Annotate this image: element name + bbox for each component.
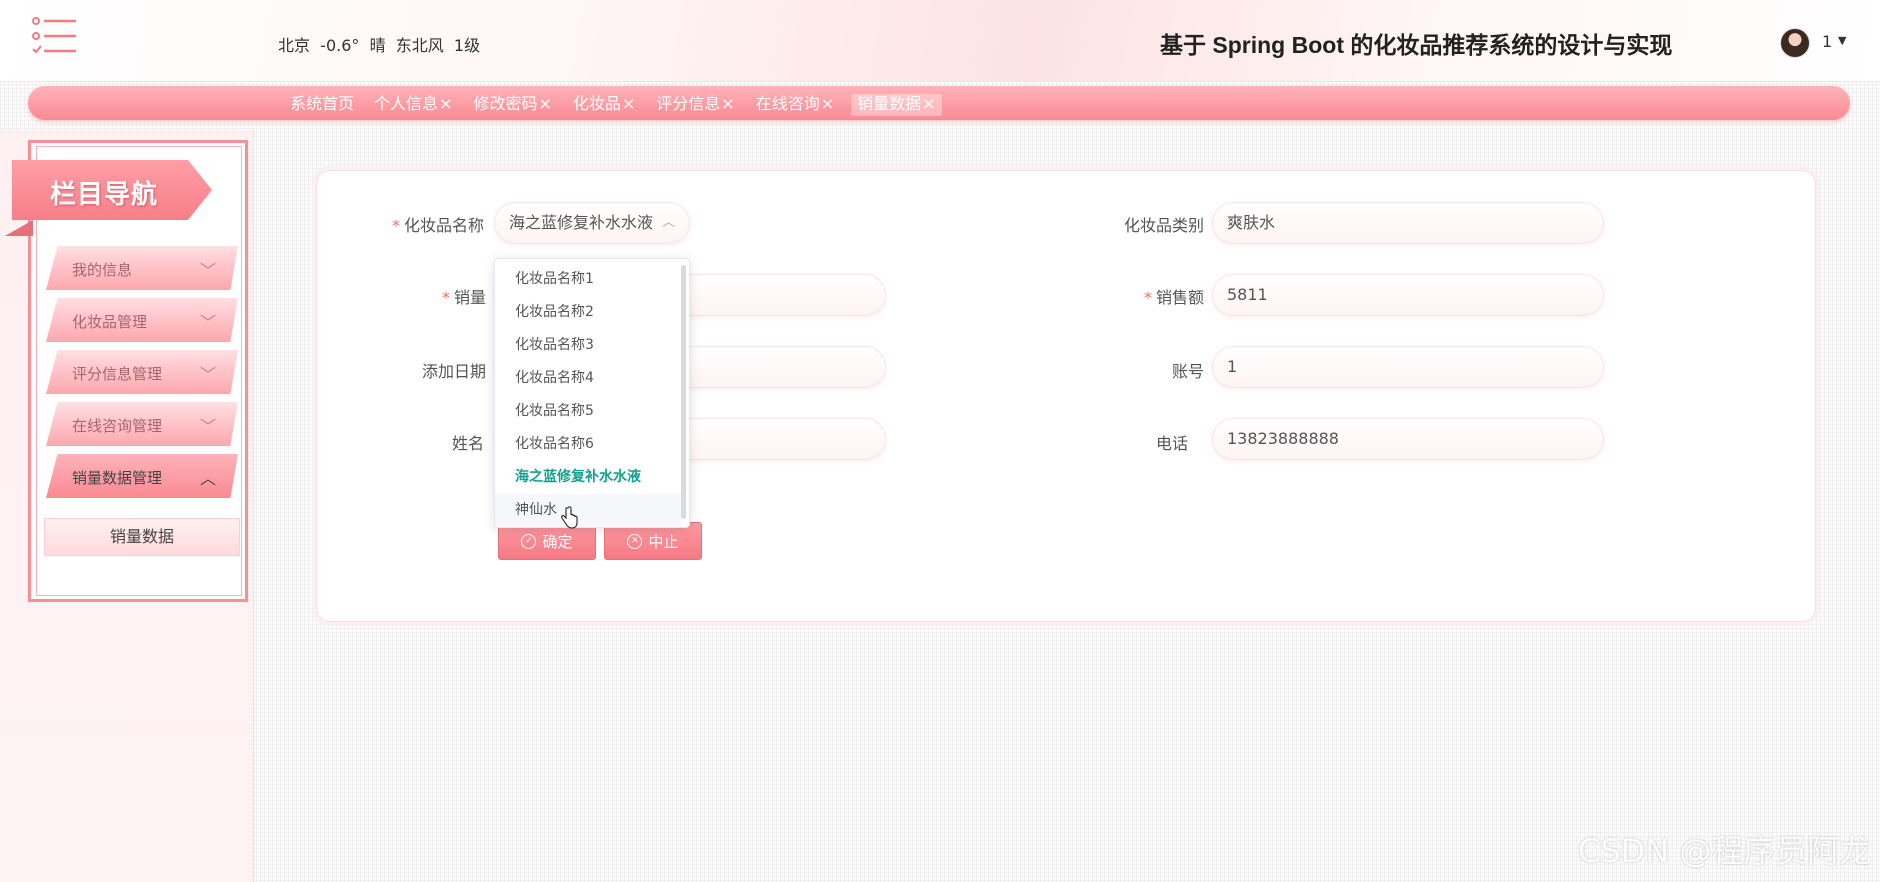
check-circle-icon: ✓ [521, 533, 537, 549]
dropdown-option[interactable]: 化妆品名称2 [495, 296, 681, 329]
tab-label: 化妆品 [572, 94, 621, 113]
sidebar-item-label: 化妆品管理 [72, 313, 148, 331]
sidebar-item-label: 销量数据管理 [72, 469, 163, 487]
page-background: 北京 -0.6° 晴 东北风 1级 基于 Spring Boot 的化妆品推荐系… [0, 0, 1880, 882]
caret-down-icon[interactable]: ▼ [1838, 34, 1846, 47]
tab-label: 评分信息 [656, 94, 721, 113]
dropdown-option[interactable]: 化妆品名称1 [495, 263, 681, 296]
tab-label: 销量数据 [857, 94, 922, 113]
tab-home[interactable]: 系统首页 [290, 94, 374, 116]
site-title: 基于 Spring Boot 的化妆品推荐系统的设计与实现 [1160, 32, 1673, 58]
tab-consult[interactable]: 在线咨询× [746, 94, 845, 116]
name-select-value: 海之蓝修复补水水液 [509, 213, 654, 232]
sidebar-item-my-info[interactable]: 我的信息 ﹀ [46, 246, 238, 290]
hand-cursor-icon [561, 506, 578, 529]
sidebar-item-cosmetics[interactable]: 化妆品管理 ﹀ [46, 298, 238, 342]
nav-heading: 栏目导航 [50, 180, 159, 210]
dropdown-option[interactable]: 化妆品名称3 [495, 329, 681, 362]
chevron-up-icon: ︿ [661, 215, 675, 230]
close-circle-icon: ✕ [627, 533, 643, 549]
category-field[interactable]: 爽肤水 [1212, 202, 1604, 244]
tab-ratings[interactable]: 评分信息× [646, 94, 745, 116]
tab-label: 修改密码 [473, 94, 538, 113]
dropdown-scrollbar[interactable] [681, 265, 686, 519]
date-label: 添加日期 [422, 362, 487, 381]
close-icon[interactable]: × [439, 94, 452, 113]
sidebar-item-consult[interactable]: 在线咨询管理 ﹀ [46, 402, 238, 446]
sidebar-item-label: 在线咨询管理 [72, 417, 163, 435]
chevron-down-icon: ﹀ [199, 365, 216, 384]
tab-cosmetics[interactable]: 化妆品× [563, 94, 646, 116]
tab-change-password[interactable]: 修改密码× [463, 94, 562, 116]
sidebar-item-sales[interactable]: 销量数据管理 ︿ [46, 454, 238, 498]
tab-label: 在线咨询 [755, 94, 820, 113]
dropdown-option-hovered[interactable]: 神仙水 [495, 494, 681, 527]
close-icon[interactable]: × [538, 94, 551, 113]
dropdown-option[interactable]: 化妆品名称4 [495, 362, 681, 395]
tab-sales-data[interactable]: 销量数据× [851, 94, 942, 116]
sidebar-subitem-sales-data[interactable]: 销量数据 [44, 518, 240, 556]
menu-toggle-icon[interactable] [32, 16, 76, 56]
tab-label: 系统首页 [290, 94, 355, 113]
amount-field[interactable]: 5811 [1212, 274, 1604, 316]
dropdown-option-selected[interactable]: 海之蓝修复补水水液 [495, 461, 681, 494]
account-field[interactable]: 1 [1212, 346, 1604, 388]
user-avatar[interactable] [1780, 28, 1810, 58]
phone-field[interactable]: 13823888888 [1212, 418, 1604, 460]
name-label: * 化妆品名称 [392, 216, 485, 235]
close-icon[interactable]: × [821, 94, 834, 113]
person-label: 姓名 [452, 434, 485, 453]
tab-personal-info[interactable]: 个人信息× [374, 94, 463, 116]
user-name[interactable]: 1 [1822, 32, 1832, 51]
name-select[interactable]: 海之蓝修复补水水液 ︿ [494, 202, 690, 244]
sidebar-item-label: 评分信息管理 [72, 365, 163, 383]
weather-info: 北京 -0.6° 晴 东北风 1级 [278, 36, 481, 55]
window-edge [1880, 0, 1899, 882]
close-icon[interactable]: × [721, 94, 734, 113]
account-label: 账号 [1172, 362, 1205, 381]
close-icon[interactable]: × [622, 94, 635, 113]
cancel-button-label: 中止 [648, 532, 679, 551]
tab-label: 个人信息 [374, 94, 439, 113]
phone-label: 电话 [1156, 434, 1189, 453]
tab-list: 系统首页 个人信息× 修改密码× 化妆品× 评分信息× 在线咨询× 销量数据× [290, 94, 942, 116]
category-label: 化妆品类别 [1124, 216, 1205, 235]
chevron-up-icon: ︿ [199, 469, 216, 488]
chevron-down-icon: ﹀ [199, 313, 216, 332]
top-header: 北京 -0.6° 晴 东北风 1级 基于 Spring Boot 的化妆品推荐系… [0, 0, 1880, 82]
dropdown-option[interactable]: 化妆品名称5 [495, 395, 681, 428]
sidebar-item-ratings[interactable]: 评分信息管理 ﹀ [46, 350, 238, 394]
name-select-dropdown: 化妆品名称1 化妆品名称2 化妆品名称3 化妆品名称4 化妆品名称5 化妆品名称… [494, 258, 690, 528]
amount-label: * 销售额 [1144, 288, 1205, 307]
chevron-down-icon: ﹀ [199, 417, 216, 436]
confirm-button-label: 确定 [542, 532, 573, 551]
dropdown-option[interactable]: 化妆品名称6 [495, 428, 681, 461]
sidebar-item-label: 我的信息 [72, 261, 133, 279]
sales-label: * 销量 [442, 288, 487, 307]
chevron-down-icon: ﹀ [199, 261, 216, 280]
watermark: CSDN @程序员阿龙 [1578, 832, 1872, 870]
close-icon[interactable]: × [922, 94, 935, 113]
